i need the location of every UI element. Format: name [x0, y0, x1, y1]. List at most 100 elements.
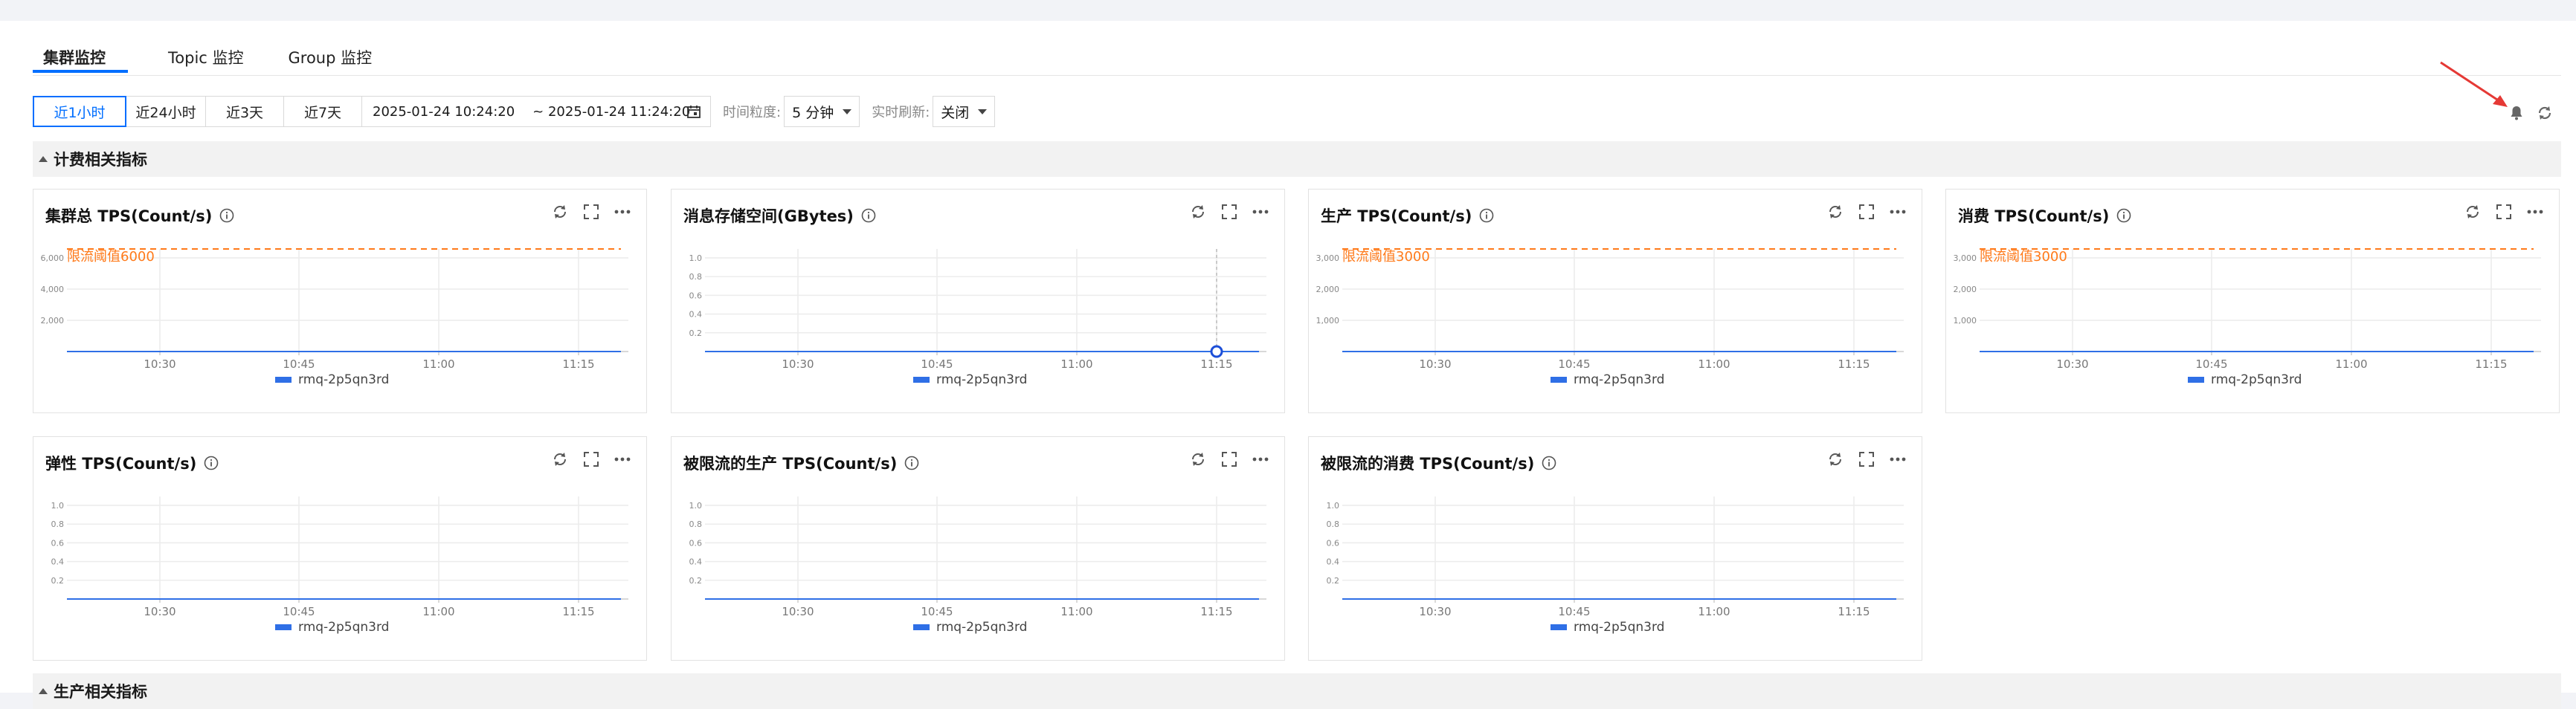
legend-swatch: [913, 377, 930, 383]
fullscreen-icon[interactable]: [1858, 203, 1875, 221]
legend-swatch: [2188, 377, 2204, 383]
range-7d-button[interactable]: 近7天: [283, 96, 362, 127]
x-tick-label: 11:15: [1200, 357, 1232, 371]
hover-point: [1210, 345, 1223, 358]
fullscreen-icon[interactable]: [1220, 203, 1238, 221]
y-tick-label: 0.8: [689, 519, 703, 529]
tab-group-monitor[interactable]: Group 监控: [278, 45, 383, 74]
chart-title: 集群总 TPS(Count/s): [45, 204, 234, 227]
legend-swatch: [1551, 377, 1567, 383]
legend-label: rmq-2p5qn3rd: [1574, 620, 1664, 635]
date-range-picker[interactable]: 2025-01-24 10:24:20 ~ 2025-01-24 11:24:2…: [361, 96, 711, 127]
info-icon[interactable]: [861, 208, 876, 223]
card-tools: [551, 450, 631, 468]
x-tick-label: 11:15: [1200, 605, 1232, 618]
info-icon[interactable]: [904, 456, 919, 470]
granularity-select[interactable]: 5 分钟: [784, 96, 860, 127]
y-tick-label: 2,000: [1954, 285, 1977, 294]
card-tools: [551, 203, 631, 221]
legend-label: rmq-2p5qn3rd: [936, 620, 1027, 635]
legend-label: rmq-2p5qn3rd: [298, 620, 389, 635]
chart-title: 弹性 TPS(Count/s): [45, 452, 219, 474]
legend-swatch: [1551, 624, 1567, 630]
refresh-icon[interactable]: [1189, 450, 1207, 468]
x-tick-label: 11:15: [2475, 357, 2507, 371]
x-tick-label: 10:30: [782, 357, 814, 371]
more-icon[interactable]: [1889, 203, 1907, 221]
y-tick-label: 0.6: [689, 538, 703, 548]
chart-plot: 1,000 2,000 3,000 10:30 10:45 11:00 11:15 限流阈值3…: [1954, 248, 2541, 387]
info-icon[interactable]: [219, 208, 234, 223]
info-icon[interactable]: [2116, 208, 2131, 223]
chart-title-text: 弹性 TPS(Count/s): [45, 455, 197, 473]
chart-title-text: 消息存储空间(GBytes): [683, 207, 854, 225]
collapse-icon: [39, 688, 48, 694]
tab-divider: [33, 75, 2561, 76]
fullscreen-icon[interactable]: [582, 203, 600, 221]
y-tick-label: 0.6: [689, 291, 703, 300]
auto-refresh-select[interactable]: 关闭: [933, 96, 996, 127]
refresh-icon[interactable]: [2536, 104, 2554, 122]
refresh-icon[interactable]: [551, 450, 569, 468]
fullscreen-icon[interactable]: [1220, 450, 1238, 468]
tab-topic-monitor[interactable]: Topic 监控: [158, 45, 254, 74]
fullscreen-icon[interactable]: [1858, 450, 1875, 468]
y-tick-label: 6,000: [41, 253, 65, 263]
y-tick-label: 2,000: [41, 316, 65, 326]
x-tick-label: 10:45: [921, 605, 953, 618]
more-icon[interactable]: [614, 203, 631, 221]
x-tick-label: 10:45: [2195, 357, 2227, 371]
card-tools: [1189, 450, 1269, 468]
section-production-metrics[interactable]: 生产相关指标: [33, 673, 2561, 709]
fullscreen-icon[interactable]: [582, 450, 600, 468]
x-tick-label: 10:45: [1558, 357, 1590, 371]
chart-card: 消息存储空间(GBytes) 0.2 0.4 0.6 0.8 1.0 10:30 10:45…: [671, 189, 1285, 413]
info-icon[interactable]: [1542, 456, 1556, 470]
refresh-icon[interactable]: [551, 203, 569, 221]
bell-icon[interactable]: [2508, 104, 2525, 122]
chart-card: 弹性 TPS(Count/s) 0.2 0.4 0.6 0.8 1.0 10:30 10:4…: [33, 436, 647, 661]
legend-swatch: [275, 377, 292, 383]
info-icon[interactable]: [1479, 208, 1494, 223]
collapse-icon: [39, 156, 48, 162]
card-tools: [1826, 203, 1907, 221]
y-tick-label: 1,000: [1316, 316, 1340, 326]
more-icon[interactable]: [1252, 203, 1269, 221]
y-tick-label: 0.2: [689, 328, 703, 338]
x-tick-label: 11:00: [1698, 605, 1730, 618]
chart-title-text: 生产 TPS(Count/s): [1321, 207, 1472, 225]
x-tick-label: 11:15: [562, 605, 594, 618]
x-tick-label: 11:15: [1838, 357, 1870, 371]
chart-card: 生产 TPS(Count/s) 1,000 2,000 3,000 10:30 10:4…: [1308, 189, 1922, 413]
info-icon[interactable]: [204, 456, 219, 470]
x-tick-label: 11:00: [422, 357, 454, 371]
chart-plot: 0.2 0.4 0.6 0.8 1.0 10:30 10:45 11:00 11:15 rmq-2…: [689, 496, 1266, 635]
x-tick-label: 11:00: [1060, 357, 1092, 371]
calendar-icon[interactable]: [686, 104, 701, 119]
y-tick-label: 0.6: [1327, 538, 1340, 548]
chart-title: 生产 TPS(Count/s): [1321, 204, 1494, 227]
chart-plot: 2,000 4,000 6,000 10:30 10:45 11:00 11:15 限流阈值6…: [41, 248, 628, 387]
x-tick-label: 11:00: [422, 605, 454, 618]
refresh-icon[interactable]: [1826, 450, 1844, 468]
tab-cluster-monitor[interactable]: 集群监控: [33, 45, 128, 74]
more-icon[interactable]: [1252, 450, 1269, 468]
refresh-icon[interactable]: [1189, 203, 1207, 221]
section-billing-metrics[interactable]: 计费相关指标: [33, 141, 2561, 177]
more-icon[interactable]: [2526, 203, 2544, 221]
more-icon[interactable]: [1889, 450, 1907, 468]
range-3d-button[interactable]: 近3天: [205, 96, 284, 127]
range-24h-button[interactable]: 近24小时: [126, 96, 206, 127]
chevron-down-icon: [843, 109, 852, 114]
fullscreen-icon[interactable]: [2495, 203, 2513, 221]
more-icon[interactable]: [614, 450, 631, 468]
chart-card: 被限流的消费 TPS(Count/s) 0.2 0.4 0.6 0.8 1.0 10:30…: [1308, 436, 1922, 661]
legend-swatch: [913, 624, 930, 630]
chart-title-text: 消费 TPS(Count/s): [1958, 207, 2110, 225]
refresh-icon[interactable]: [2464, 203, 2482, 221]
x-tick-label: 10:45: [283, 605, 315, 618]
refresh-icon[interactable]: [1826, 203, 1844, 221]
y-tick-label: 0.4: [689, 310, 703, 320]
range-1h-button[interactable]: 近1小时: [33, 96, 126, 127]
y-tick-label: 2,000: [1316, 285, 1340, 294]
